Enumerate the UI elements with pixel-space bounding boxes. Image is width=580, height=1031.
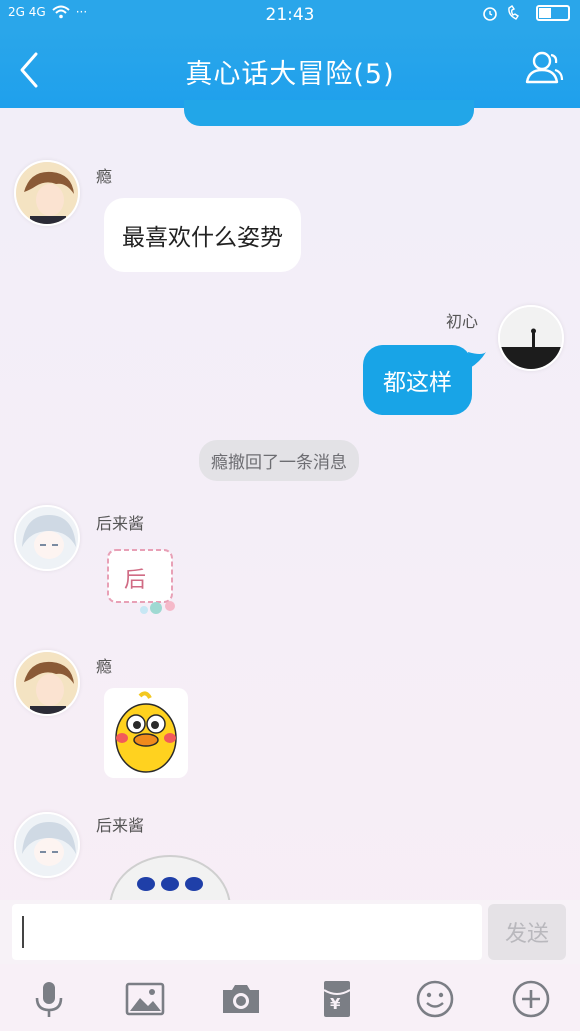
battery-icon xyxy=(536,5,570,21)
avatar-yin[interactable] xyxy=(14,160,80,226)
sticker-partial[interactable] xyxy=(108,852,232,900)
text-caret xyxy=(22,916,24,948)
group-members-button[interactable] xyxy=(522,46,566,90)
image-icon xyxy=(125,982,165,1016)
avatar-image xyxy=(16,507,78,569)
sender-name: 瘾 xyxy=(96,657,113,676)
sticker-text: 后 xyxy=(124,568,147,593)
duck-sticker-image xyxy=(104,688,188,778)
previous-message-bubble xyxy=(184,100,474,126)
message-input[interactable] xyxy=(12,904,482,960)
sender-name: 后来酱 xyxy=(96,514,145,533)
plus-icon xyxy=(512,980,550,1018)
message-bubble[interactable]: 都这样 xyxy=(363,345,472,415)
photo-button[interactable] xyxy=(124,978,166,1020)
message-bubble[interactable]: 最喜欢什么姿势 xyxy=(104,198,301,272)
avatar-houlaijiang[interactable] xyxy=(14,505,80,571)
avatar-houlaijiang[interactable] xyxy=(14,812,80,878)
input-bar: 发送 xyxy=(0,900,580,964)
sender-name: 瘾 xyxy=(96,167,113,186)
members-icon xyxy=(525,51,564,84)
alarm-icon xyxy=(483,7,497,21)
send-button[interactable]: 发送 xyxy=(488,904,566,960)
chat-title: 真心话大冒险(5) xyxy=(185,59,395,90)
input-toolbar: ¥ xyxy=(0,964,580,1031)
chat-header: 真心话大冒险(5) xyxy=(0,30,580,108)
camera-icon xyxy=(223,985,259,1013)
avatar-image xyxy=(16,162,78,224)
more-button[interactable] xyxy=(510,978,552,1020)
mic-icon xyxy=(35,982,63,1017)
sticker-frame xyxy=(107,549,175,614)
emoji-button[interactable] xyxy=(414,978,456,1020)
voice-button[interactable] xyxy=(28,978,70,1020)
partial-sticker-image xyxy=(109,855,231,900)
recall-notice: 瘾撤回了一条消息 xyxy=(199,440,359,481)
avatar-image xyxy=(16,814,78,876)
yuan-symbol: ¥ xyxy=(330,995,341,1013)
avatar-chuxin[interactable] xyxy=(498,305,564,371)
avatar-image xyxy=(500,307,562,369)
camera-button[interactable] xyxy=(220,978,262,1020)
bubble-tail xyxy=(468,352,486,368)
red-packet-button[interactable]: ¥ xyxy=(316,978,358,1020)
avatar-image xyxy=(16,652,78,714)
status-bar: 2G 4G ··· 21:43 xyxy=(0,0,580,30)
sticker-hou[interactable]: 后 xyxy=(104,546,190,620)
sticker-duck[interactable] xyxy=(104,688,188,778)
call-hd-icon xyxy=(508,5,519,20)
sender-name: 初心 xyxy=(446,312,479,331)
status-right xyxy=(482,5,570,21)
sender-name: 后来酱 xyxy=(96,816,145,835)
emoji-icon xyxy=(416,980,454,1018)
avatar-yin[interactable] xyxy=(14,650,80,716)
